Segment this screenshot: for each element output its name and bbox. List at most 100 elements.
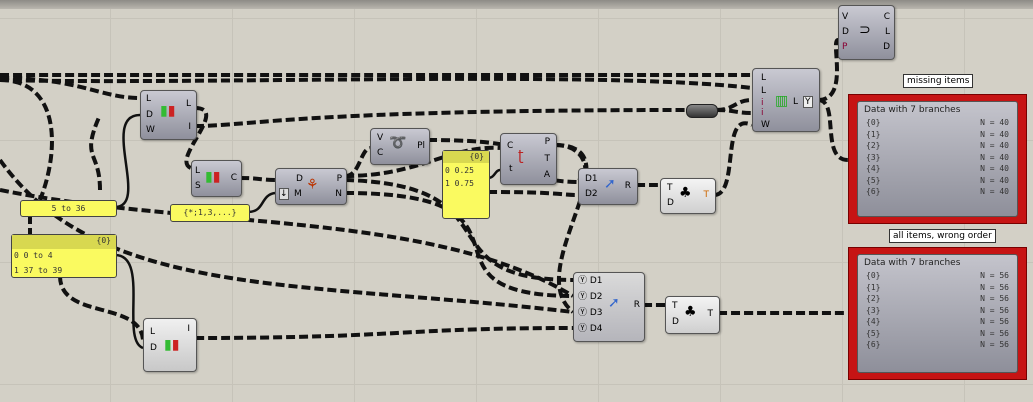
relay-node[interactable] [686,104,718,118]
branch-row: {3} N = 40 [858,153,1017,165]
input-d1[interactable]: Ⓨ D1 [578,276,603,286]
input-t[interactable]: T [667,183,673,193]
output-t[interactable]: T [708,309,714,319]
branch-path: {2} [866,141,881,150]
input-l[interactable]: L [150,327,155,337]
input-d[interactable]: D [672,317,679,327]
branch-path: {3} [866,152,881,162]
branch-path: {5} [866,175,881,185]
output-t[interactable]: T [545,154,551,164]
input-d[interactable]: D [296,174,303,184]
input-d[interactable]: D [842,27,849,37]
branch-path: {4} [866,317,881,326]
branch-path: {0} [866,271,881,280]
output-r[interactable]: R [625,181,631,191]
branch-path: {2} [866,294,881,303]
output-p[interactable]: P [545,137,550,147]
input-d2[interactable]: D2 [585,189,598,199]
branch-path: {5} [866,328,881,338]
pattern-panel[interactable]: {*;1,3,...} [170,204,250,222]
output-l[interactable]: L [186,99,191,109]
branch-count: N = 56 [980,282,1009,292]
merge-component-4[interactable]: Ⓨ D1 Ⓨ D2 Ⓨ D3 Ⓨ D4 ➚ R [573,272,645,342]
output-c[interactable]: C [884,12,890,22]
output-l[interactable]: L [793,97,798,107]
panel-path: {0} [443,151,489,163]
branch-row: {5} N = 40 [858,176,1017,188]
output-i[interactable]: I [187,324,190,334]
perp-frame-component[interactable]: V C ➰ Pl [370,128,430,165]
input-d[interactable]: D [150,343,157,353]
output-c[interactable]: C [231,173,237,183]
output-r[interactable]: R [634,300,640,310]
input-v[interactable]: V [377,133,383,143]
shift-paths-component-top[interactable]: T D ♣ T [660,178,716,214]
input-d2[interactable]: Ⓨ D2 [578,292,603,302]
input-p[interactable]: P [842,42,847,52]
viewer-title: Data with 7 branches [864,105,961,115]
output-a[interactable]: A [544,170,550,180]
input-d[interactable]: D [667,198,674,208]
input-m[interactable]: M [294,189,302,199]
branch-path: {4} [866,164,881,173]
branch-row: {4} N = 56 [858,317,1017,329]
input-t[interactable]: t [509,164,513,174]
branch-count: N = 40 [980,187,1009,196]
branch-path: {6} [866,340,881,349]
grasshopper-canvas[interactable]: V D P ⊃ C L D L L i i W ▥ L Y L D W ▮▮ L… [0,0,1033,402]
param-viewer-missing[interactable]: Data with 7 branches {0} N = 40 {1} N = 40{… [848,94,1027,224]
component-top-right[interactable]: V D P ⊃ C L D [838,5,895,60]
output-pl[interactable]: Pl [417,141,425,151]
input-c[interactable]: C [377,148,383,158]
branch-count: N = 40 [980,129,1009,139]
output-p[interactable]: P [337,174,342,184]
evaluate-curve-component[interactable]: C t ʈ P T A [500,133,557,185]
input-l[interactable]: L [146,94,151,104]
input-t[interactable]: T [672,301,678,311]
branch-path: {3} [866,305,881,315]
input-l[interactable]: L [195,166,200,176]
input-d[interactable]: D [146,110,153,120]
shift-paths-component-bottom[interactable]: T D ♣ T [665,296,720,334]
curve-icon: ⊃ [859,22,871,38]
range-panel[interactable]: 5 to 36 [20,200,117,217]
input-d3[interactable]: Ⓨ D3 [578,308,603,318]
output-t[interactable]: T [704,190,710,200]
wire [114,113,141,209]
input-d1[interactable]: D1 [585,174,598,184]
input-l[interactable]: L [761,73,766,83]
output-n[interactable]: N [335,189,342,199]
viewer-title: Data with 7 branches [864,258,961,268]
output-d[interactable]: D [883,42,890,52]
wire [89,114,102,191]
curve-frame-icon: ➰ [389,135,407,151]
tree-component[interactable]: D ↓ M ⚘ P N [275,168,347,205]
tooltip-wrong-order: all items, wrong order [889,229,996,243]
input-c[interactable]: C [507,141,513,151]
output-l[interactable]: L [885,27,890,37]
dispatch-component-top[interactable]: L D W ▮▮ L I [140,90,197,140]
input-i[interactable]: i [761,98,764,108]
branch-path: {1} [866,129,881,139]
input-v[interactable]: V [842,12,848,22]
weave-component[interactable]: L L i i W ▥ L Y [752,68,820,132]
merge-arrow-icon: ➚ [608,295,620,311]
branch-count: N = 40 [980,164,1009,173]
params-panel[interactable]: {0} 0 0.25 1 0.75 [442,150,490,219]
input-l2[interactable]: L [761,86,766,96]
list-panel[interactable]: {0} 0 0 to 4 1 37 to 39 [11,234,117,278]
branch-count: N = 40 [980,152,1009,162]
input-w[interactable]: W [146,125,155,135]
input-w[interactable]: W [761,120,770,130]
input-i2[interactable]: i [761,108,764,118]
dispatch-component-bottom[interactable]: L D ▮▮ I [143,318,197,372]
wire [114,253,144,350]
input-s[interactable]: S [195,181,201,191]
input-d4[interactable]: Ⓨ D4 [578,324,603,334]
output-i[interactable]: I [188,122,191,132]
branch-row: {4} N = 40 [858,164,1017,176]
param-viewer-wrong-order[interactable]: Data with 7 branches {0} N = 56 {1} N = 56{… [848,247,1027,380]
branch-path: {6} [866,187,881,196]
split-component[interactable]: L S ▮▮ C [191,160,242,197]
merge-component-2[interactable]: D1 D2 ➚ R [578,168,638,205]
